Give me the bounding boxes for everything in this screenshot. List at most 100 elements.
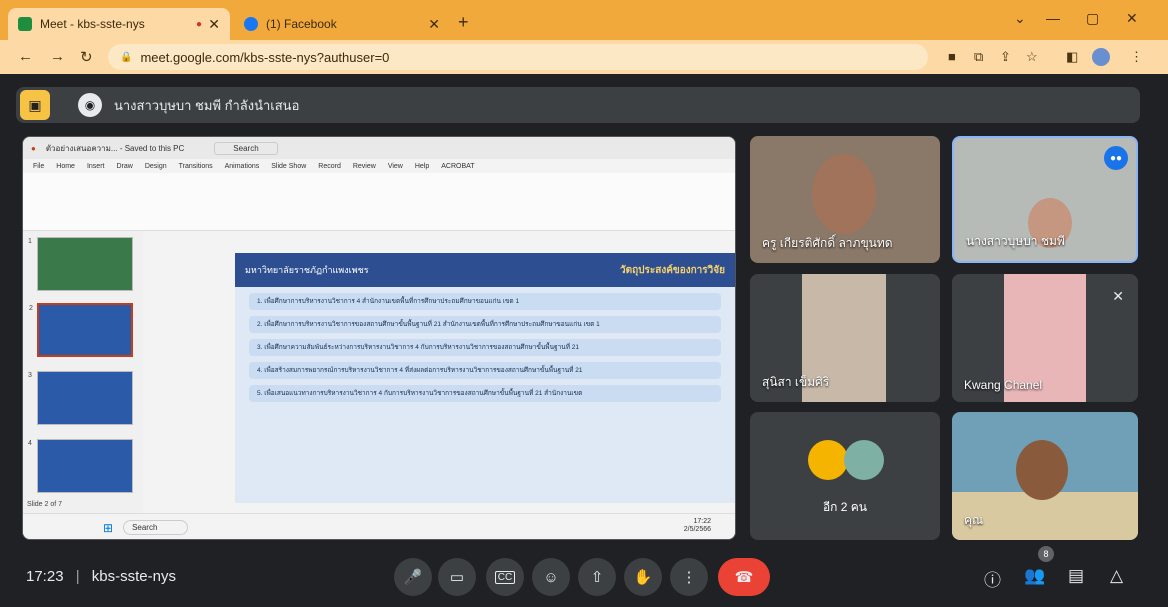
participant-tile-speaking[interactable]: ●● นางสาวบุษบา ชมพี — [952, 136, 1138, 263]
menu-draw[interactable]: Draw — [116, 163, 132, 170]
participant-video — [1016, 440, 1068, 500]
slide-title: วัตถุประสงค์ของการวิจัย — [619, 264, 725, 276]
back-icon[interactable]: ← — [18, 48, 33, 65]
participant-name: Kwang Chanel — [964, 378, 1043, 392]
slide-bullet: 1. เพื่อศึกษาการบริหารงานวิชาการ 4 สำนัก… — [249, 293, 721, 311]
activities-button[interactable]: △ — [1110, 566, 1123, 586]
shared-screen: ● ตัวอย่างเสนอความ... - Saved to this PC… — [22, 136, 736, 540]
more-options-button[interactable]: ⋮ — [670, 558, 708, 596]
slide-thumbnail[interactable]: 4 — [28, 439, 133, 493]
slide-thumbnail[interactable]: 2 — [29, 303, 133, 357]
camera-icon: ▭ — [449, 569, 465, 586]
windows-taskbar: ⊞ Search 17:22 2/5/2566 — [23, 513, 735, 539]
taskbar-clock: 17:22 2/5/2566 — [684, 518, 711, 535]
self-tile[interactable]: คุณ — [952, 412, 1138, 540]
meeting-code: kbs-sste-nys — [91, 568, 176, 585]
meeting-separator: | — [75, 568, 80, 585]
raise-hand-icon: ✋ — [633, 569, 653, 586]
participant-name: ครู เกียรติศักดิ์ ลาภขุนทด — [762, 236, 893, 250]
participant-tile[interactable]: ✕ Kwang Chanel — [952, 274, 1138, 402]
info-button[interactable]: ⓘ — [984, 566, 1001, 591]
browser-menu-icon[interactable]: ⋮ — [1130, 49, 1143, 65]
side-panel-icon[interactable]: ◧ — [1066, 49, 1078, 65]
ppt-ribbon — [23, 173, 735, 231]
speaking-indicator-icon: ●● — [1104, 146, 1128, 170]
taskbar-search[interactable]: Search — [123, 520, 189, 535]
participant-count-badge: 8 — [1038, 546, 1054, 562]
menu-help[interactable]: Help — [415, 163, 429, 170]
windows-start-icon[interactable]: ⊞ — [103, 521, 113, 535]
presenting-banner: ▣ ◉ นางสาวบุษบา ชมพี กำลังนำเสนอ — [16, 87, 1140, 123]
presentation-icon[interactable]: ▣ — [20, 90, 50, 120]
participant-avatar — [844, 440, 884, 480]
forward-icon[interactable]: → — [50, 48, 65, 65]
present-icon: ⇧ — [590, 569, 604, 586]
slide-bullet: 2. เพื่อศึกษาการบริหารงานวิชาการของสถานศ… — [249, 316, 721, 334]
profile-avatar[interactable] — [1092, 48, 1110, 66]
ppt-status-bar: Slide 2 of 7 — [27, 501, 63, 508]
mic-button[interactable]: 🎤 — [394, 558, 432, 596]
people-button[interactable]: 👥 — [1024, 566, 1045, 586]
captions-button[interactable]: CC — [486, 558, 524, 596]
participant-name: คุณ — [964, 513, 984, 527]
menu-transitions[interactable]: Transitions — [179, 163, 213, 170]
close-tab-icon[interactable]: ✕ — [428, 16, 440, 33]
minimize-icon[interactable]: — — [1046, 10, 1060, 26]
participant-name: นางสาวบุษบา ชมพี — [966, 234, 1065, 248]
close-tab-icon[interactable]: ✕ — [208, 16, 220, 33]
recording-dot-icon: ● — [195, 18, 202, 30]
slide-thumbnail[interactable]: 1 — [28, 237, 133, 291]
powerpoint-title-bar: ● ตัวอย่างเสนอความ... - Saved to this PC… — [23, 137, 735, 159]
participant-tile[interactable]: สุนิสา เข็มศิริ — [750, 274, 940, 402]
emoji-icon: ☺ — [543, 568, 559, 586]
camera-indicator-icon[interactable]: ■ — [948, 49, 956, 64]
chat-button[interactable]: ▤ — [1068, 566, 1084, 586]
menu-animations[interactable]: Animations — [225, 163, 260, 170]
people-icon: 👥 — [1024, 566, 1046, 585]
bookmark-star-icon[interactable]: ☆ — [1026, 49, 1038, 65]
participant-tile[interactable]: ครู เกียรติศักดิ์ ลาภขุนทด — [750, 136, 940, 263]
share-icon[interactable]: ⇪ — [1000, 49, 1011, 65]
menu-design[interactable]: Design — [145, 163, 167, 170]
raise-hand-button[interactable]: ✋ — [624, 558, 662, 596]
camera-button[interactable]: ▭ — [438, 558, 476, 596]
slide-thumbnail[interactable]: 3 — [28, 371, 133, 425]
menu-home[interactable]: Home — [56, 163, 75, 170]
maximize-icon[interactable]: ▢ — [1086, 10, 1099, 27]
powerpoint-logo-icon: ● — [31, 143, 36, 153]
menu-review[interactable]: Review — [353, 163, 376, 170]
slide-bullet: 4. เพื่อสร้างสมการพยากรณ์การบริหารงานวิช… — [249, 362, 721, 380]
menu-acrobat[interactable]: ACROBAT — [441, 163, 474, 170]
menu-insert[interactable]: Insert — [87, 163, 105, 170]
ppt-search-box[interactable]: Search — [214, 141, 278, 155]
chat-icon: ▤ — [1068, 566, 1085, 585]
tab-facebook[interactable]: (1) Facebook ✕ — [234, 8, 450, 40]
ppt-menu-bar: File Home Insert Draw Design Transitions… — [23, 159, 735, 173]
menu-view[interactable]: View — [388, 163, 403, 170]
menu-file[interactable]: File — [33, 163, 44, 170]
present-button[interactable]: ⇧ — [578, 558, 616, 596]
participant-name: สุนิสา เข็มศิริ — [762, 375, 830, 389]
participant-avatar — [808, 440, 848, 480]
ppt-file-title: ตัวอย่างเสนอความ... - Saved to this PC — [45, 143, 185, 153]
address-bar[interactable]: 🔒 meet.google.com/kbs-sste-nys?authuser=… — [108, 44, 928, 70]
meet-controls-bar: 17:23 | kbs-sste-nys 🎤 ▭ CC ☺ ⇧ ✋ ⋮ ☎ ⓘ … — [0, 546, 1168, 607]
end-call-button[interactable]: ☎ — [718, 558, 770, 596]
emoji-button[interactable]: ☺ — [532, 558, 570, 596]
slide-university-name: มหาวิทยาลัยราชภัฏกำแพงเพชร — [245, 265, 369, 275]
tab-search-icon[interactable]: ⌄ — [1014, 10, 1026, 27]
translate-icon[interactable]: ⧉ — [974, 49, 983, 65]
current-slide: มหาวิทยาลัยราชภัฏกำแพงเพชร วัตถุประสงค์ข… — [235, 253, 735, 503]
slide-thumbnails: 1 2 3 4 — [23, 231, 143, 513]
url-text: meet.google.com/kbs-sste-nys?authuser=0 — [140, 49, 390, 65]
reload-icon[interactable]: ↻ — [80, 48, 93, 66]
more-participants-tile[interactable]: อีก 2 คน — [750, 412, 940, 540]
mic-icon: 🎤 — [403, 569, 423, 586]
new-tab-button[interactable]: + — [458, 12, 469, 33]
tab-meet[interactable]: Meet - kbs-sste-nys ● ✕ — [8, 8, 230, 40]
tab-facebook-title: (1) Facebook — [266, 17, 337, 31]
window-close-icon[interactable]: ✕ — [1126, 10, 1138, 27]
menu-record[interactable]: Record — [318, 163, 341, 170]
menu-slideshow[interactable]: Slide Show — [271, 163, 306, 170]
end-call-icon: ☎ — [734, 569, 754, 586]
